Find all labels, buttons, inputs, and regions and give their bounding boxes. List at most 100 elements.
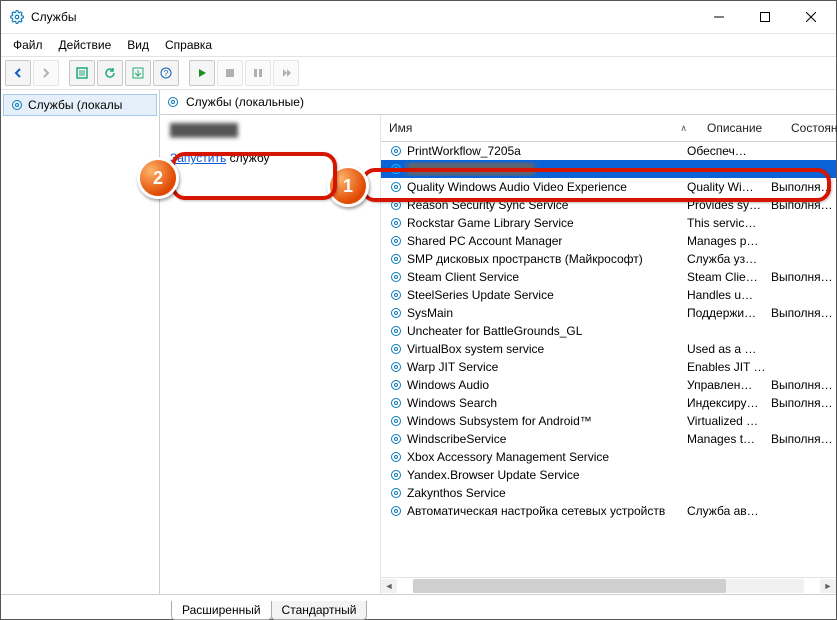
- service-name: Автоматическая настройка сетевых устройс…: [407, 504, 665, 518]
- service-gear-icon: [10, 98, 24, 112]
- horizontal-scrollbar[interactable]: ◄ ►: [381, 577, 836, 594]
- app-gear-icon: [9, 9, 25, 25]
- scroll-left-icon[interactable]: ◄: [381, 579, 397, 593]
- service-row[interactable]: Windows AudioУправлен…Выполняетс: [381, 376, 836, 394]
- back-button[interactable]: [5, 60, 31, 86]
- service-description: Provides sy…: [683, 198, 767, 212]
- pause-service-button[interactable]: [245, 60, 271, 86]
- service-name: Rockstar Game Library Service: [407, 216, 574, 230]
- start-service-button[interactable]: [189, 60, 215, 86]
- column-name-label: Имя: [389, 121, 412, 135]
- task-pane: ████████ Запустить службу: [160, 115, 381, 594]
- service-gear-icon: [389, 450, 403, 464]
- service-gear-icon: [166, 95, 180, 109]
- export-button[interactable]: [125, 60, 151, 86]
- service-row[interactable]: SysMainПоддержи…Выполняетс: [381, 304, 836, 322]
- service-name: SysMain: [407, 306, 453, 320]
- help-button[interactable]: ?: [153, 60, 179, 86]
- tree-pane: Службы (локалы: [1, 90, 160, 594]
- task-service-name: ████████: [170, 123, 370, 137]
- service-row[interactable]: SteelSeries Update ServiceHandles u…: [381, 286, 836, 304]
- restart-service-button[interactable]: [273, 60, 299, 86]
- refresh-button[interactable]: [97, 60, 123, 86]
- service-gear-icon: [389, 378, 403, 392]
- service-row[interactable]: Shared PC Account Manager Manages p…: [381, 232, 836, 250]
- column-description[interactable]: Описание: [703, 121, 787, 135]
- service-description: Quality Wi…: [683, 180, 767, 194]
- service-name: Shared PC Account Manager: [407, 234, 562, 248]
- maximize-button[interactable]: [742, 1, 788, 33]
- service-row[interactable]: SMP дисковых пространств (Майкрософт)Слу…: [381, 250, 836, 268]
- service-row[interactable]: Quality Windows Audio Video Experience Qu…: [381, 178, 836, 196]
- service-row[interactable]: Windows SearchИндексиру…Выполняетс: [381, 394, 836, 412]
- service-description: Manages t…: [683, 432, 767, 446]
- menu-help[interactable]: Справка: [157, 36, 220, 54]
- service-row[interactable]: PrintWorkflow_7205aОбеспеч…: [381, 142, 836, 160]
- service-name: Warp JIT Service: [407, 360, 498, 374]
- service-row[interactable]: Uncheater for BattleGrounds_GL: [381, 322, 836, 340]
- service-name: Windows Subsystem for Android™: [407, 414, 592, 428]
- service-description: Служба уз…: [683, 252, 767, 266]
- service-row[interactable]: Reason Security Sync Service Provides sy……: [381, 196, 836, 214]
- column-headers: Имя ∧ Описание Состояние: [381, 115, 836, 142]
- service-gear-icon: [389, 162, 403, 176]
- service-description: Индексиру…: [683, 396, 767, 410]
- properties-button[interactable]: [69, 60, 95, 86]
- service-name: ███████████████: [407, 162, 535, 176]
- service-name: Uncheater for BattleGrounds_GL: [407, 324, 582, 338]
- service-row[interactable]: ███████████████: [381, 160, 836, 178]
- service-description: Обеспеч…: [683, 144, 767, 158]
- service-list[interactable]: PrintWorkflow_7205aОбеспеч… █████████████…: [381, 142, 836, 577]
- menu-action[interactable]: Действие: [51, 36, 120, 54]
- service-description: Служба ав…: [683, 504, 767, 518]
- svg-text:?: ?: [164, 69, 169, 78]
- service-state: Выполняетс: [767, 180, 836, 194]
- service-row[interactable]: Warp JIT Service Enables JIT …: [381, 358, 836, 376]
- service-description: Manages p…: [683, 234, 767, 248]
- start-service-link[interactable]: Запустить: [170, 151, 226, 165]
- sort-ascending-icon: ∧: [680, 123, 687, 134]
- service-gear-icon: [389, 306, 403, 320]
- close-button[interactable]: [788, 1, 834, 33]
- service-row[interactable]: Xbox Accessory Management Service: [381, 448, 836, 466]
- tab-standard[interactable]: Стандартный: [271, 601, 368, 620]
- start-service-row: Запустить службу: [170, 151, 370, 165]
- service-description: Virtualized …: [683, 414, 767, 428]
- service-state: Выполняетс: [767, 198, 836, 212]
- service-row[interactable]: Steam Client ServiceSteam Clie…Выполняет…: [381, 268, 836, 286]
- service-gear-icon: [389, 234, 403, 248]
- service-gear-icon: [389, 198, 403, 212]
- service-row[interactable]: Zakynthos Service: [381, 484, 836, 502]
- service-gear-icon: [389, 432, 403, 446]
- service-row[interactable]: Автоматическая настройка сетевых устройс…: [381, 502, 836, 520]
- menu-bar: Файл Действие Вид Справка: [1, 34, 836, 57]
- service-name: WindscribeService: [407, 432, 506, 446]
- title-bar: Службы: [1, 1, 836, 34]
- service-row[interactable]: Yandex.Browser Update Service: [381, 466, 836, 484]
- menu-view[interactable]: Вид: [119, 36, 157, 54]
- service-gear-icon: [389, 486, 403, 500]
- scroll-right-icon[interactable]: ►: [820, 579, 836, 593]
- tab-extended[interactable]: Расширенный: [171, 601, 272, 620]
- minimize-button[interactable]: [696, 1, 742, 33]
- tree-item-label: Службы (локалы: [28, 98, 122, 112]
- service-description: This servic…: [683, 216, 767, 230]
- service-row[interactable]: Windows Subsystem for Android™ Virtualize…: [381, 412, 836, 430]
- service-gear-icon: [389, 216, 403, 230]
- tree-item-services-local[interactable]: Службы (локалы: [3, 94, 157, 116]
- column-name[interactable]: Имя ∧: [389, 121, 703, 135]
- forward-button[interactable]: [33, 60, 59, 86]
- service-gear-icon: [389, 468, 403, 482]
- service-description: Enables JIT …: [683, 360, 767, 374]
- column-state[interactable]: Состояние: [787, 121, 837, 135]
- service-state: Выполняетс: [767, 270, 836, 284]
- menu-file[interactable]: Файл: [5, 36, 51, 54]
- service-gear-icon: [389, 396, 403, 410]
- service-name: Quality Windows Audio Video Experience: [407, 180, 627, 194]
- service-name: Reason Security Sync Service: [407, 198, 568, 212]
- stop-service-button[interactable]: [217, 60, 243, 86]
- service-row[interactable]: Rockstar Game Library Service This servic…: [381, 214, 836, 232]
- service-description: Handles u…: [683, 288, 767, 302]
- service-row[interactable]: WindscribeServiceManages t…Выполняетс: [381, 430, 836, 448]
- service-row[interactable]: VirtualBox system serviceUsed as a …: [381, 340, 836, 358]
